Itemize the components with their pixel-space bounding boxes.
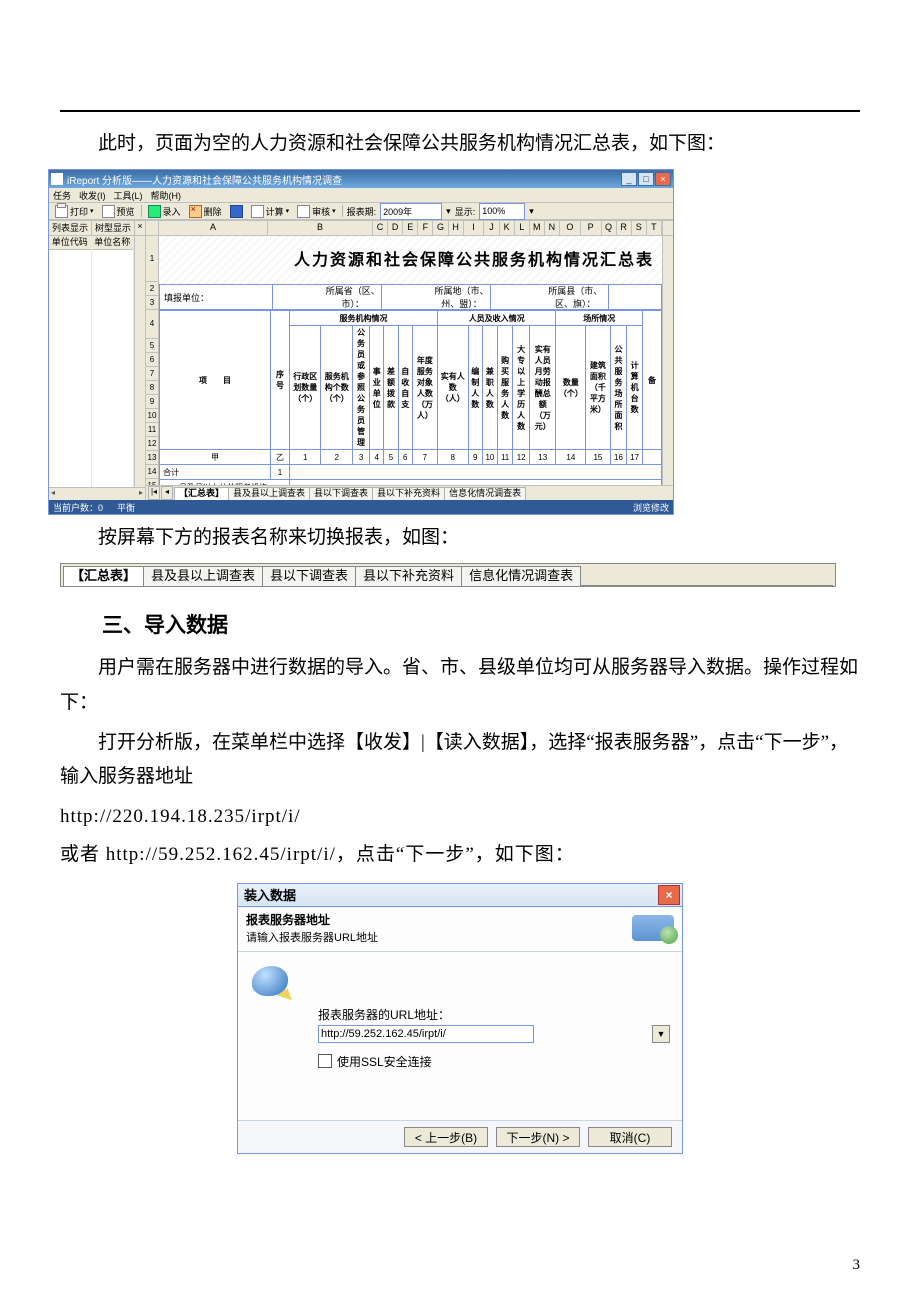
- window-title: iReport 分析版——人力资源和社会保障公共服务机构情况调查: [67, 172, 342, 187]
- url-field-label: 报表服务器的URL地址：: [318, 1006, 670, 1023]
- delete-button[interactable]: 删除: [187, 205, 224, 218]
- tab-county-below[interactable]: 县以下调查表: [309, 487, 373, 500]
- status-balance: 平衡: [117, 501, 135, 514]
- maximize-button[interactable]: □: [638, 172, 654, 186]
- cancel-button[interactable]: 取消(C): [588, 1127, 672, 1147]
- print-icon: [55, 205, 68, 218]
- left-tab-tree[interactable]: 树型显示: [92, 221, 135, 235]
- ssl-checkbox[interactable]: [318, 1054, 332, 1068]
- tab-info[interactable]: 信息化情况调查表: [444, 487, 526, 500]
- save-button[interactable]: [228, 205, 245, 218]
- url-line-1: http://220.194.18.235/irpt/i/: [60, 800, 860, 834]
- tab-nav-prev[interactable]: ◂: [161, 486, 173, 500]
- right-vscroll[interactable]: [662, 236, 673, 485]
- chevron-down-icon[interactable]: ▾: [529, 206, 534, 217]
- city-label: 所属地（市、州、盟）：: [434, 285, 491, 309]
- url-line-2: 或者 http://59.252.162.45/irpt/i/，点击“下一步”，…: [60, 838, 860, 872]
- dialog-close-button[interactable]: ×: [658, 885, 680, 905]
- unit-list-panel: 列表显示 树型显示 × 单位代码 单位名称 ◂▸: [49, 221, 146, 500]
- prev-button[interactable]: < 上一步(B): [404, 1127, 488, 1147]
- server-globe-icon: [632, 915, 674, 941]
- prov-label: 所属省（区、市）：: [325, 285, 382, 309]
- tab-info[interactable]: 信息化情况调查表: [461, 566, 581, 586]
- tab-county-below[interactable]: 县以下调查表: [262, 566, 356, 586]
- preview-icon: [102, 205, 115, 218]
- zoom-label: 显示:: [455, 205, 476, 218]
- review-icon: [297, 205, 310, 218]
- next-button[interactable]: 下一步(N) >: [496, 1127, 580, 1147]
- fill-unit-label: 填报单位：: [160, 285, 273, 309]
- left-tab-list[interactable]: 列表显示: [49, 221, 92, 235]
- para-import-1: 用户需在服务器中进行数据的导入。省、市、县级单位均可从服务器导入数据。操作过程如…: [60, 651, 860, 719]
- spreadsheet-body[interactable]: 人力资源和社会保障公共服务机构情况汇总表 填报单位： 所属省（区、市）： 所属地…: [159, 236, 662, 485]
- close-button[interactable]: ×: [655, 172, 671, 186]
- tab-supplement[interactable]: 县以下补充资料: [372, 487, 445, 500]
- zoom-select[interactable]: [479, 203, 525, 220]
- status-mode: 浏览修改: [633, 501, 669, 514]
- load-data-dialog: 装入数据 × 报表服务器地址 请输入报表服务器URL地址 报表服务器的URL地址…: [237, 883, 683, 1154]
- menu-io[interactable]: 收发(I): [79, 189, 106, 202]
- county-label: 所属县（市、区、旗）：: [542, 285, 609, 309]
- fill-unit-row: 填报单位： 所属省（区、市）： 所属地（市、州、盟）： 所属县（市、区、旗）：: [159, 284, 662, 310]
- sheet-tabs: |◂ ◂ 【汇总表】 县及县以上调查表 县以下调查表 县以下补充资料 信息化情况…: [146, 485, 673, 500]
- tab-summary[interactable]: 【汇总表】: [174, 487, 229, 500]
- dialog-titlebar: 装入数据 ×: [238, 884, 682, 907]
- dialog-footer: < 上一步(B) 下一步(N) > 取消(C): [238, 1120, 682, 1153]
- server-url-input[interactable]: [318, 1025, 534, 1043]
- dialog-title: 装入数据: [238, 885, 656, 904]
- calc-icon: [251, 205, 264, 218]
- calc-button[interactable]: 计算▾: [249, 205, 292, 218]
- period-select[interactable]: [380, 203, 442, 220]
- left-tab-close[interactable]: ×: [135, 221, 145, 235]
- preview-button[interactable]: 预览: [100, 205, 137, 218]
- ssl-label: 使用SSL安全连接: [337, 1053, 432, 1070]
- dialog-header-sub: 请输入报表服务器URL地址: [246, 929, 632, 945]
- ireport-window-screenshot: iReport 分析版——人力资源和社会保障公共服务机构情况调查 _ □ × 任…: [48, 169, 674, 515]
- menu-help[interactable]: 帮助(H): [151, 189, 182, 202]
- page-number: 3: [853, 1257, 861, 1274]
- tab-nav-first[interactable]: |◂: [148, 486, 160, 500]
- save-icon: [230, 205, 243, 218]
- menu-task[interactable]: 任务: [53, 189, 71, 202]
- left-hscroll[interactable]: ◂▸: [49, 488, 145, 500]
- switch-tabs-text: 按屏幕下方的报表名称来切换报表，如图：: [60, 521, 860, 555]
- import-icon: [148, 205, 161, 218]
- left-scrollbar[interactable]: [134, 236, 145, 487]
- window-titlebar: iReport 分析版——人力资源和社会保障公共服务机构情况调查 _ □ ×: [49, 170, 673, 188]
- para-import-2a: 打开分析版，在菜单栏中选择【收发】|【读入数据】，选择“报表服务器”，点击“下一…: [60, 726, 860, 794]
- import-button[interactable]: 录入: [146, 205, 183, 218]
- tab-summary[interactable]: 【汇总表】: [63, 566, 144, 586]
- dialog-header-bold: 报表服务器地址: [246, 911, 632, 928]
- period-label: 报表期:: [347, 205, 377, 218]
- left-col-name: 单位名称: [92, 236, 134, 250]
- print-button[interactable]: 打印▾: [53, 205, 96, 218]
- minimize-button[interactable]: _: [621, 172, 637, 186]
- dialog-header: 报表服务器地址 请输入报表服务器URL地址: [238, 907, 682, 952]
- intro-paragraph-1: 此时，页面为空的人力资源和社会保障公共服务机构情况汇总表，如下图：: [60, 127, 860, 161]
- report-title: 人力资源和社会保障公共服务机构情况汇总表: [159, 236, 662, 284]
- left-col-code: 单位代码: [49, 236, 91, 250]
- globe-arrow-icon: [252, 966, 288, 996]
- page-rule: [60, 110, 860, 112]
- statusbar: 当前户数：0 平衡 浏览修改: [49, 500, 673, 514]
- tab-county-above[interactable]: 县及县以上调查表: [143, 566, 263, 586]
- tabs-strip-screenshot: 【汇总表】 县及县以上调查表 县以下调查表 县以下补充资料 信息化情况调查表: [60, 563, 836, 587]
- spreadsheet-row-header: 1 23 4 5 67891011121314151617: [146, 236, 159, 485]
- spreadsheet-column-header: A B C D E F G H I J K L M N O P Q: [146, 221, 673, 236]
- review-button[interactable]: 审核▾: [295, 205, 338, 218]
- url-dropdown-button[interactable]: ▼: [652, 1025, 670, 1043]
- app-icon: [51, 173, 63, 185]
- menubar: 任务 收发(I) 工具(L) 帮助(H): [49, 188, 673, 203]
- chevron-down-icon[interactable]: ▾: [446, 206, 451, 217]
- delete-icon: [189, 205, 202, 218]
- toolbar: 打印▾ 预览 录入 删除 计算▾ 审核▾ 报表期: ▾ 显示: ▾: [49, 203, 673, 220]
- status-count: 当前户数：0: [53, 501, 103, 514]
- report-table: 项 目 序号 服务机构情况 人员及收入情况 场所情况 备 行政区划数量（个）: [159, 310, 662, 485]
- tab-supplement[interactable]: 县以下补充资料: [355, 566, 462, 586]
- section-title: 三、导入数据: [102, 609, 860, 639]
- tab-county-above[interactable]: 县及县以上调查表: [228, 487, 310, 500]
- menu-tools[interactable]: 工具(L): [114, 189, 143, 202]
